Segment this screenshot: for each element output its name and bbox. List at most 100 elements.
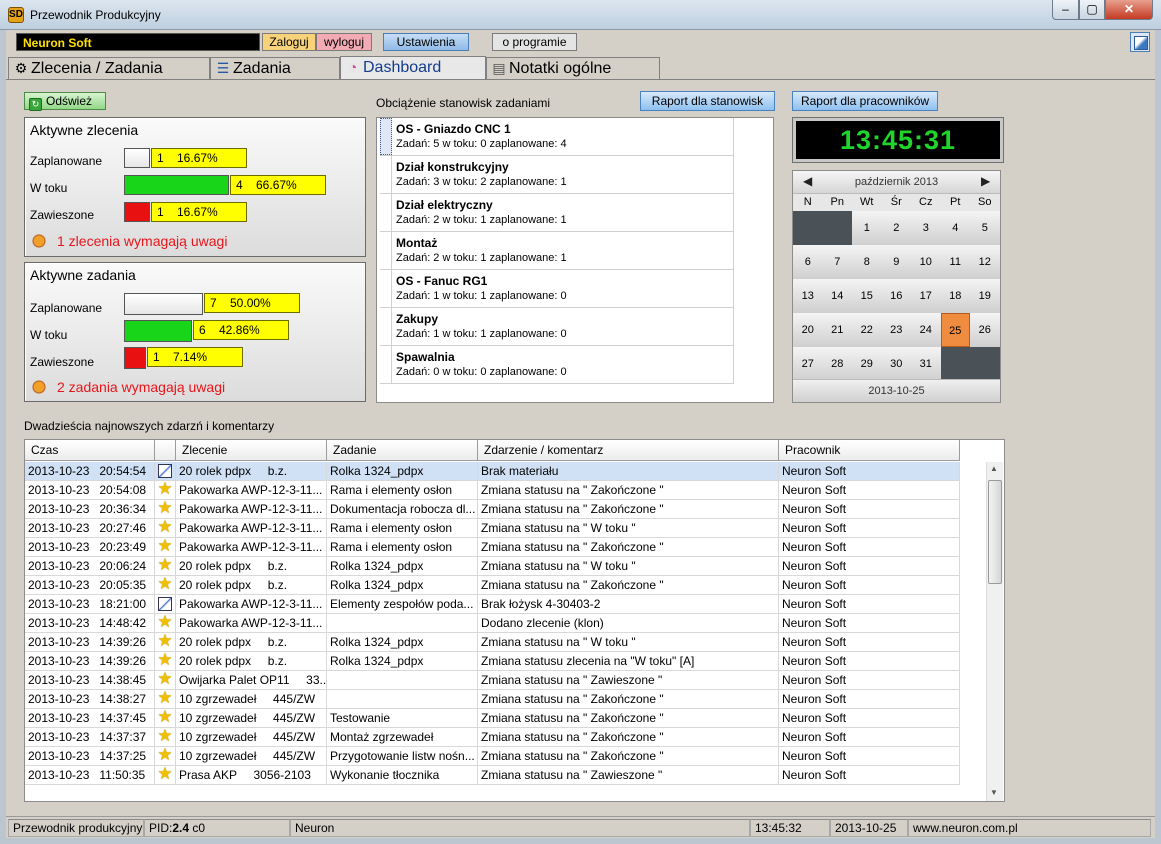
tasks-warning[interactable]: 2 zadania wymagają uwagi: [31, 379, 225, 395]
calendar-day[interactable]: 21: [823, 313, 853, 347]
event-row[interactable]: 2013-10-23 14:38:45 ★ Owijarka Palet OP11 …: [25, 671, 960, 690]
event-row[interactable]: 2013-10-23 20:54:54 20 rolek pdpx b.z. Rol…: [25, 462, 960, 481]
event-row[interactable]: 2013-10-23 20:27:46 ★ Pakowarka AWP-12-3-1…: [25, 519, 960, 538]
calendar-day[interactable]: 18: [941, 279, 971, 313]
column-header[interactable]: Pracownik: [779, 440, 960, 461]
event-row[interactable]: 2013-10-23 14:37:45 ★ 10 zgrzewadeł 445/ZW…: [25, 709, 960, 728]
calendar-day[interactable]: 8: [852, 245, 882, 279]
workers-report-button[interactable]: Raport dla pracowników: [792, 91, 938, 111]
event-time: 2013-10-23 20:05:35: [25, 576, 155, 595]
event-row[interactable]: 2013-10-23 14:48:42 ★ Pakowarka AWP-12-3-1…: [25, 614, 960, 633]
calendar-day[interactable]: 30: [882, 347, 912, 381]
event-row[interactable]: 2013-10-23 20:54:08 ★ Pakowarka AWP-12-3-1…: [25, 481, 960, 500]
about-button[interactable]: o programie: [492, 33, 577, 51]
calendar-day[interactable]: 3: [911, 211, 941, 245]
calendar-day[interactable]: 31: [911, 347, 941, 381]
calendar-day[interactable]: 6: [793, 245, 823, 279]
event-row[interactable]: 2013-10-23 14:37:25 ★ 10 zgrzewadeł 445/ZW…: [25, 747, 960, 766]
event-worker: Neuron Soft: [779, 500, 960, 519]
window-layout-icon[interactable]: [1130, 32, 1150, 52]
close-button[interactable]: ✕: [1105, 0, 1153, 20]
orders-warning[interactable]: 1 zlecenia wymagają uwagi: [31, 233, 227, 249]
column-header[interactable]: Zlecenie: [176, 440, 327, 461]
orders-inprogress-value: 4 66.67%: [230, 175, 326, 195]
calendar-day[interactable]: 2: [882, 211, 912, 245]
calendar-day[interactable]: 1: [852, 211, 882, 245]
refresh-button[interactable]: ↻ Odśwież: [24, 92, 106, 111]
calendar-day[interactable]: 9: [882, 245, 912, 279]
event-event: Zmiana statusu na " Zakończone ": [478, 747, 779, 766]
event-worker: Neuron Soft: [779, 614, 960, 633]
calendar-day[interactable]: 22: [852, 313, 882, 347]
workstation-item[interactable]: Dział elektryczny Zadań: 2 w toku: 1 zapl…: [380, 194, 734, 232]
event-row[interactable]: 2013-10-23 14:39:26 ★ 20 rolek pdpx b.z. Ro…: [25, 633, 960, 652]
scroll-thumb[interactable]: [988, 480, 1002, 584]
workstation-item[interactable]: OS - Gniazdo CNC 1 Zadań: 5 w toku: 0 zap…: [380, 118, 734, 156]
calendar-day[interactable]: 15: [852, 279, 882, 313]
calendar-day[interactable]: 13: [793, 279, 823, 313]
calendar-day[interactable]: 7: [823, 245, 853, 279]
workstation-item[interactable]: Zakupy Zadań: 1 w toku: 1 zaplanowane: 0: [380, 308, 734, 346]
calendar-day[interactable]: 25: [940, 313, 970, 347]
event-worker: Neuron Soft: [779, 747, 960, 766]
calendar-day[interactable]: 4: [941, 211, 971, 245]
tab-orders-tasks[interactable]: ⚙ Zlecenia / Zadania: [8, 57, 210, 79]
calendar-next-icon[interactable]: ▶: [981, 174, 990, 188]
calendar-prev-icon[interactable]: ◀: [803, 174, 812, 188]
event-row[interactable]: 2013-10-23 14:39:26 ★ 20 rolek pdpx b.z. Ro…: [25, 652, 960, 671]
event-row[interactable]: 2013-10-23 20:05:35 ★ 20 rolek pdpx b.z. Ro…: [25, 576, 960, 595]
calendar-month[interactable]: październik 2013: [833, 176, 960, 188]
event-task: [327, 690, 478, 709]
event-row[interactable]: 2013-10-23 20:36:34 ★ Pakowarka AWP-12-3-1…: [25, 500, 960, 519]
event-row[interactable]: 2013-10-23 18:21:00 Pakowarka AWP-12-3-11…: [25, 595, 960, 614]
calendar-day[interactable]: 12: [970, 245, 1000, 279]
workstation-item[interactable]: Montaż Zadań: 2 w toku: 1 zaplanowane: 1: [380, 232, 734, 270]
tasks-inprogress-value: 6 42.86%: [193, 320, 289, 340]
scroll-up-icon[interactable]: ▲: [990, 464, 998, 473]
tab-tasks[interactable]: ☰ Zadania: [210, 57, 340, 79]
calendar-day[interactable]: 19: [970, 279, 1000, 313]
workstations-report-button[interactable]: Raport dla stanowisk: [640, 91, 775, 111]
calendar-day[interactable]: 26: [970, 313, 1000, 347]
calendar-day[interactable]: 28: [823, 347, 853, 381]
minimize-button[interactable]: –: [1052, 0, 1079, 20]
vertical-scrollbar[interactable]: ▲ ▼: [986, 462, 1003, 801]
calendar-day[interactable]: 14: [823, 279, 853, 313]
event-row[interactable]: 2013-10-23 20:06:24 ★ 20 rolek pdpx b.z. Ro…: [25, 557, 960, 576]
login-button[interactable]: Zaloguj: [262, 33, 316, 51]
event-event: Zmiana statusu na " Zakończone ": [478, 728, 779, 747]
settings-button[interactable]: Ustawienia: [383, 33, 469, 51]
workstation-item[interactable]: OS - Fanuc RG1 Zadań: 1 w toku: 1 zaplano…: [380, 270, 734, 308]
calendar-day[interactable]: 11: [941, 245, 971, 279]
calendar-day[interactable]: 5: [970, 211, 1000, 245]
column-header[interactable]: Zadanie: [327, 440, 478, 461]
column-header[interactable]: Zdarzenie / komentarz: [478, 440, 779, 461]
calendar-day[interactable]: 20: [793, 313, 823, 347]
calendar-day[interactable]: 16: [882, 279, 912, 313]
event-row[interactable]: 2013-10-23 14:38:27 ★ 10 zgrzewadeł 445/ZW…: [25, 690, 960, 709]
calendar-day[interactable]: 27: [793, 347, 823, 381]
event-row[interactable]: 2013-10-23 20:23:49 ★ Pakowarka AWP-12-3-1…: [25, 538, 960, 557]
maximize-button[interactable]: ▢: [1079, 0, 1105, 20]
event-worker: Neuron Soft: [779, 538, 960, 557]
event-order: Pakowarka AWP-12-3-11...: [176, 519, 327, 538]
column-header[interactable]: Czas: [25, 440, 155, 461]
event-row[interactable]: 2013-10-23 11:50:35 ★ Prasa AKP 3056-2103 W…: [25, 766, 960, 785]
weekday-label: Wt: [860, 196, 874, 208]
logout-button[interactable]: wyloguj: [316, 33, 372, 51]
calendar-day[interactable]: 29: [852, 347, 882, 381]
calendar-day[interactable]: 10: [911, 245, 941, 279]
event-time: 2013-10-23 14:37:37: [25, 728, 155, 747]
workstation-name: Spawalnia: [396, 350, 455, 364]
tab-notes[interactable]: ▤ Notatki ogólne: [486, 57, 660, 79]
calendar-today-footer[interactable]: 2013-10-25: [793, 379, 1000, 402]
scroll-down-icon[interactable]: ▼: [990, 788, 998, 797]
calendar-day[interactable]: 17: [911, 279, 941, 313]
tab-dashboard[interactable]: ◔ Dashboard: [340, 56, 486, 80]
column-header[interactable]: [155, 440, 176, 461]
workstation-item[interactable]: Spawalnia Zadań: 0 w toku: 0 zaplanowane:…: [380, 346, 734, 384]
workstation-item[interactable]: Dział konstrukcyjny Zadań: 3 w toku: 2 za…: [380, 156, 734, 194]
event-row[interactable]: 2013-10-23 14:37:37 ★ 10 zgrzewadeł 445/ZW…: [25, 728, 960, 747]
calendar-day[interactable]: 24: [911, 313, 941, 347]
calendar-day[interactable]: 23: [882, 313, 912, 347]
